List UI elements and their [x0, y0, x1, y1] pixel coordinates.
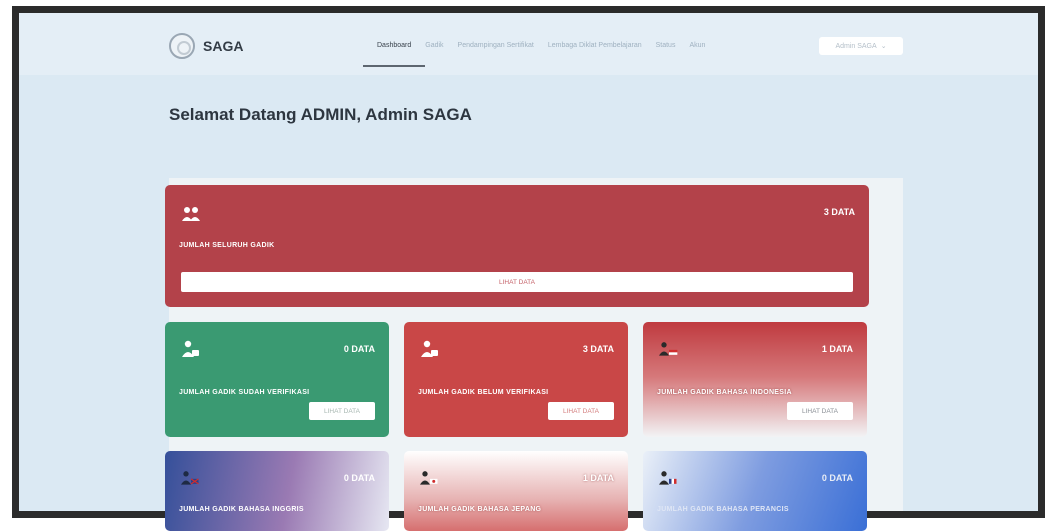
nav-dashboard[interactable]: Dashboard	[377, 42, 411, 49]
chevron-down-icon: ⌄	[880, 43, 887, 50]
card-other-language: 0 DATA JUMLAH GADIK BAHASA PERANCIS	[643, 451, 867, 531]
unverified-view-button[interactable]: LIHAT DATA	[548, 402, 614, 420]
card-indonesian: 1 DATA JUMLAH GADIK BAHASA INDONESIA LIH…	[643, 322, 867, 437]
active-nav-indicator	[363, 65, 425, 67]
user-flag-icon	[659, 471, 677, 485]
card-english: 0 DATA JUMLAH GADIK BAHASA INGGRIS	[165, 451, 389, 531]
verified-title: JUMLAH GADIK SUDAH VERIFIKASI	[179, 389, 310, 396]
english-title: JUMLAH GADIK BAHASA INGGRIS	[179, 506, 304, 513]
user-flag-icon	[181, 471, 199, 485]
verified-view-button[interactable]: LIHAT DATA	[309, 402, 375, 420]
english-count: 0 DATA	[343, 473, 375, 483]
japanese-title: JUMLAH GADIK BAHASA JEPANG	[418, 506, 542, 513]
user-menu-label: Admin SAGA	[835, 42, 877, 50]
verified-count: 0 DATA	[343, 344, 375, 354]
brand-name: SAGA	[203, 38, 244, 54]
nav-akun[interactable]: Akun	[689, 42, 705, 49]
user-flag-icon	[420, 471, 438, 485]
brand-logo-icon	[169, 33, 195, 59]
unverified-title: JUMLAH GADIK BELUM VERIFIKASI	[418, 389, 549, 396]
nav-status[interactable]: Status	[656, 42, 676, 49]
brand[interactable]: SAGA	[169, 33, 243, 59]
indonesian-title: JUMLAH GADIK BAHASA INDONESIA	[657, 389, 792, 396]
top-navbar: SAGA Dashboard Gadik Pendampingan Sertif…	[19, 13, 1038, 75]
other-count: 0 DATA	[821, 473, 853, 483]
card-unverified: 3 DATA JUMLAH GADIK BELUM VERIFIKASI LIH…	[404, 322, 628, 437]
page-title: Selamat Datang ADMIN, Admin SAGA	[169, 105, 472, 124]
card-japanese: 1 DATA JUMLAH GADIK BAHASA JEPANG	[404, 451, 628, 531]
user-flag-icon	[659, 342, 678, 356]
user-menu-button[interactable]: Admin SAGA ⌄	[819, 37, 903, 55]
main-nav: Dashboard Gadik Pendampingan Sertifikat …	[377, 42, 705, 49]
japanese-count: 1 DATA	[582, 473, 614, 483]
user-check-icon	[182, 340, 199, 357]
nav-gadik[interactable]: Gadik	[425, 42, 443, 49]
card-verified: 0 DATA JUMLAH GADIK SUDAH VERIFIKASI LIH…	[165, 322, 389, 437]
nav-lembaga[interactable]: Lembaga Diklat Pembelajaran	[548, 42, 642, 49]
nav-pendampingan[interactable]: Pendampingan Sertifikat	[458, 42, 534, 49]
total-title: JUMLAH SELURUH GADIK	[179, 242, 275, 249]
total-view-button[interactable]: LIHAT DATA	[181, 272, 853, 292]
indonesian-view-button[interactable]: LIHAT DATA	[787, 402, 853, 420]
unverified-count: 3 DATA	[582, 344, 614, 354]
indonesian-count: 1 DATA	[821, 344, 853, 354]
user-pending-icon	[421, 340, 438, 357]
other-title: JUMLAH GADIK BAHASA PERANCIS	[657, 506, 789, 513]
total-count: 3 DATA	[823, 207, 855, 217]
card-total-gadik: 3 DATA JUMLAH SELURUH GADIK LIHAT DATA	[165, 185, 869, 307]
users-group-icon	[182, 207, 200, 221]
